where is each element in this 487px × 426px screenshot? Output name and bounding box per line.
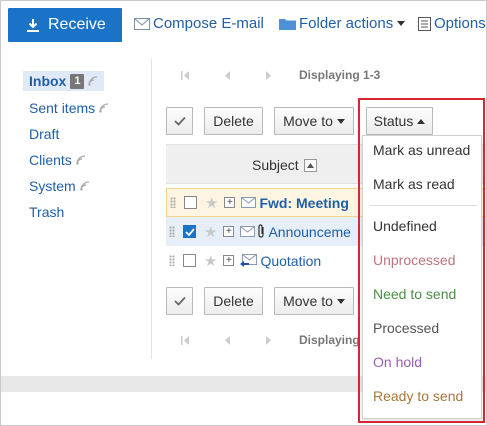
- download-icon: [27, 18, 39, 32]
- star-icon[interactable]: ★: [204, 252, 217, 270]
- subject-header-label: Subject: [252, 157, 299, 173]
- paperclip-icon: [258, 224, 265, 239]
- checkmark-icon: [173, 296, 186, 306]
- chevron-down-icon: [397, 21, 406, 26]
- envelope-icon: [240, 226, 256, 237]
- envelope-icon: [134, 17, 150, 30]
- unread-count-badge: 1: [70, 73, 85, 89]
- sidebar-item-sent-items[interactable]: Sent items: [29, 100, 109, 116]
- previous-page-icon[interactable]: [221, 335, 233, 345]
- compose-email-link[interactable]: Compose E-mail: [134, 15, 264, 32]
- receive-label: Receive: [48, 16, 106, 33]
- mail-window: Receive Compose E-mail Folder actions Op…: [0, 0, 487, 426]
- receive-button[interactable]: Receive: [8, 8, 122, 42]
- folder-icon: [279, 17, 296, 30]
- row-checkbox[interactable]: [183, 225, 196, 238]
- email-subject-link[interactable]: Quotation: [260, 253, 321, 269]
- next-page-icon[interactable]: [263, 70, 275, 80]
- drag-handle-icon[interactable]: [169, 255, 175, 266]
- sidebar-item-label: Draft: [29, 126, 60, 142]
- sidebar-item-label: Sent items: [29, 100, 96, 116]
- star-icon[interactable]: ★: [204, 223, 217, 241]
- drag-handle-icon[interactable]: [170, 197, 176, 208]
- sidebar-item-clients[interactable]: Clients: [29, 152, 86, 168]
- rss-feed-icon: [79, 181, 90, 191]
- rss-feed-icon: [88, 76, 98, 86]
- move-to-button[interactable]: Move to: [274, 287, 354, 315]
- top-toolbar: Receive Compose E-mail Folder actions Op…: [1, 1, 486, 45]
- select-all-button[interactable]: [166, 107, 193, 135]
- sidebar-item-label: Trash: [29, 204, 65, 220]
- delete-button[interactable]: Delete: [204, 287, 263, 315]
- list-icon: [418, 16, 431, 31]
- displaying-range: Displaying 1-3: [299, 68, 381, 82]
- row-checkbox[interactable]: [184, 196, 197, 209]
- sidebar-divider: [151, 59, 152, 359]
- folder-actions-label: Folder actions: [299, 15, 394, 32]
- expand-icon[interactable]: +: [223, 255, 235, 266]
- delete-label: Delete: [213, 293, 254, 309]
- previous-page-icon[interactable]: [221, 70, 233, 80]
- sidebar-item-inbox[interactable]: Inbox 1: [23, 71, 105, 91]
- options-label: Options: [434, 15, 486, 32]
- row-checkbox[interactable]: [183, 254, 196, 267]
- sidebar-item-label: Inbox: [29, 73, 67, 89]
- move-to-label: Move to: [283, 293, 333, 309]
- delete-label: Delete: [213, 113, 254, 129]
- highlight-frame: [358, 98, 485, 423]
- reply-envelope-icon: [240, 254, 258, 267]
- sidebar-item-label: System: [29, 178, 76, 194]
- rss-feed-icon: [76, 155, 86, 165]
- checkmark-icon: [173, 116, 186, 126]
- pager-top: Displaying 1-3: [179, 68, 380, 82]
- select-all-button[interactable]: [166, 287, 193, 315]
- expand-icon[interactable]: +: [224, 197, 236, 208]
- chevron-down-icon: [336, 118, 345, 124]
- chevron-down-icon: [336, 298, 345, 304]
- star-icon[interactable]: ★: [205, 194, 218, 212]
- email-subject-link[interactable]: Announceme: [268, 224, 351, 240]
- first-page-icon[interactable]: [179, 70, 191, 80]
- rss-feed-icon: [99, 103, 109, 113]
- sidebar-item-label: Clients: [29, 152, 72, 168]
- sort-ascending-icon[interactable]: [303, 158, 317, 172]
- sidebar-item-system[interactable]: System: [29, 178, 90, 194]
- first-page-icon[interactable]: [179, 335, 191, 345]
- compose-email-label: Compose E-mail: [153, 15, 264, 32]
- sidebar-item-trash[interactable]: Trash: [29, 204, 64, 220]
- envelope-icon: [241, 197, 257, 208]
- options-menu[interactable]: Options: [418, 15, 486, 32]
- folder-actions-menu[interactable]: Folder actions: [279, 15, 406, 32]
- move-to-button[interactable]: Move to: [274, 107, 354, 135]
- next-page-icon[interactable]: [263, 335, 275, 345]
- pager-bottom: Displaying 1-3: [179, 333, 380, 347]
- expand-icon[interactable]: +: [223, 226, 235, 237]
- subject-column-header[interactable]: Subject: [252, 157, 317, 173]
- delete-button[interactable]: Delete: [204, 107, 263, 135]
- drag-handle-icon[interactable]: [169, 226, 175, 237]
- sidebar-item-draft[interactable]: Draft: [29, 126, 59, 142]
- email-subject-link[interactable]: Fwd: Meeting: [259, 195, 348, 211]
- move-to-label: Move to: [283, 113, 333, 129]
